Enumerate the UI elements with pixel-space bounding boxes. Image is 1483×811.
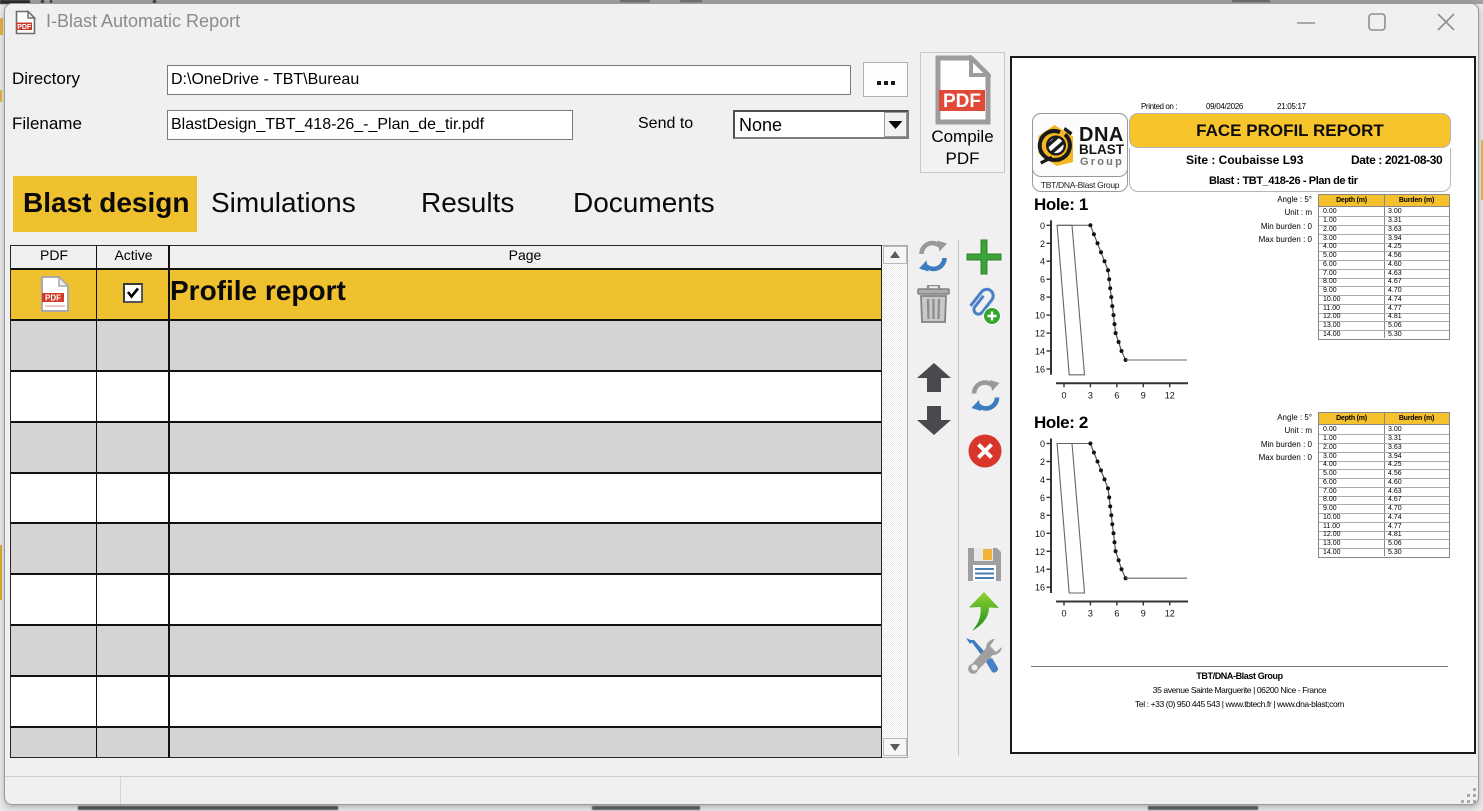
svg-text:6: 6 [1040, 275, 1045, 285]
svg-text:2: 2 [1040, 239, 1045, 249]
svg-text:16: 16 [1035, 583, 1045, 593]
svg-text:6: 6 [1040, 493, 1045, 503]
svg-text:12: 12 [1165, 609, 1175, 618]
svg-text:PDF: PDF [17, 24, 32, 31]
svg-text:0: 0 [1040, 439, 1045, 449]
svg-text:9: 9 [1141, 390, 1146, 399]
svg-text:16: 16 [1035, 365, 1045, 375]
svg-text:14: 14 [1035, 565, 1045, 575]
svg-text:9: 9 [1141, 609, 1146, 618]
svg-text:6: 6 [1114, 390, 1119, 399]
svg-text:3: 3 [1088, 390, 1093, 399]
svg-text:2: 2 [1040, 457, 1045, 467]
svg-text:8: 8 [1040, 511, 1045, 521]
svg-text:8: 8 [1040, 293, 1045, 303]
svg-text:PDF: PDF [45, 294, 61, 303]
svg-text:0: 0 [1040, 221, 1045, 231]
svg-text:0: 0 [1061, 390, 1066, 399]
svg-text:10: 10 [1035, 311, 1045, 321]
svg-text:0: 0 [1061, 609, 1066, 618]
svg-text:PDF: PDF [943, 91, 981, 112]
svg-text:14: 14 [1035, 347, 1045, 357]
svg-text:12: 12 [1035, 547, 1045, 557]
svg-text:6: 6 [1114, 609, 1119, 618]
svg-text:12: 12 [1035, 329, 1045, 339]
svg-text:3: 3 [1088, 609, 1093, 618]
svg-text:4: 4 [1040, 475, 1045, 485]
svg-text:10: 10 [1035, 529, 1045, 539]
svg-text:12: 12 [1165, 390, 1175, 399]
svg-text:4: 4 [1040, 257, 1045, 267]
